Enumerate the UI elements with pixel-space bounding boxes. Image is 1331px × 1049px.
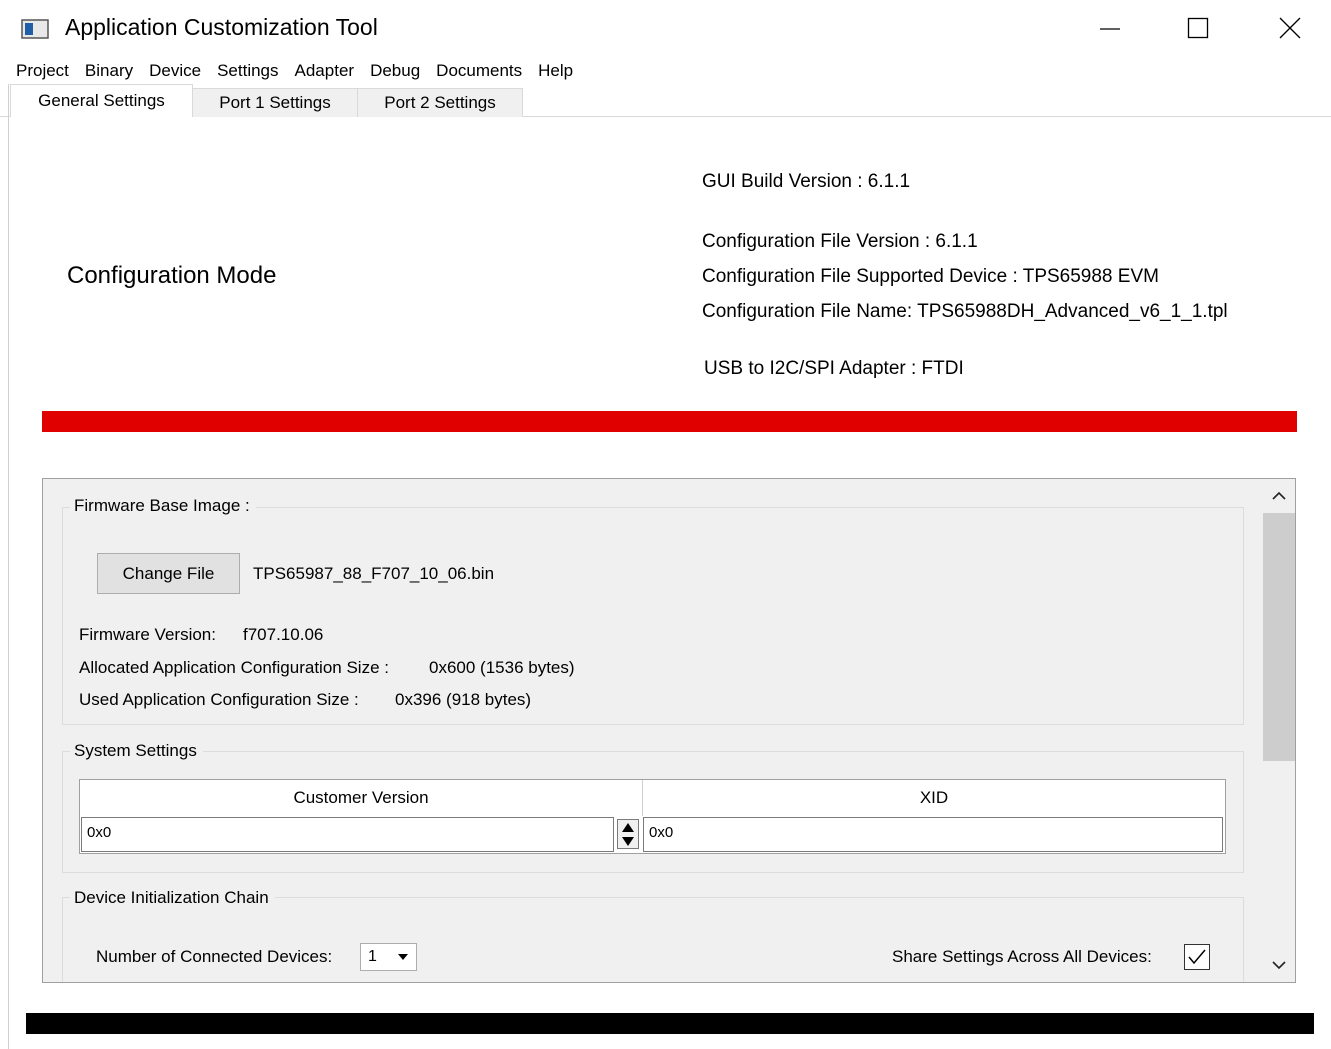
window-title: Application Customization Tool	[65, 14, 378, 40]
menu-debug[interactable]: Debug	[362, 58, 428, 84]
device-init-chain-group	[62, 897, 1244, 982]
menu-adapter[interactable]: Adapter	[287, 58, 363, 84]
config-file-name: Configuration File Name: TPS65988DH_Adva…	[702, 301, 1228, 322]
close-icon	[1279, 17, 1301, 39]
used-size-label: Used Application Configuration Size :	[79, 690, 359, 709]
num-devices-label: Number of Connected Devices:	[96, 947, 333, 966]
gui-build-version: GUI Build Version : 6.1.1	[702, 171, 911, 192]
minimize-icon	[1100, 28, 1120, 30]
num-devices-value: 1	[368, 948, 377, 965]
allocated-size-value: 0x600 (1536 bytes)	[429, 658, 575, 677]
minimize-button[interactable]	[1087, 8, 1133, 48]
menu-binary[interactable]: Binary	[77, 58, 141, 84]
status-bar-red	[42, 411, 1297, 432]
firmware-file-name: TPS65987_88_F707_10_06.bin	[253, 564, 495, 583]
menu-bar: Project Binary Device Settings Adapter D…	[8, 58, 581, 84]
customer-version-input[interactable]: 0x0	[81, 817, 614, 852]
menu-project[interactable]: Project	[8, 58, 77, 84]
config-supported-device: Configuration File Supported Device : TP…	[702, 266, 1159, 287]
close-button[interactable]	[1267, 8, 1313, 48]
column-header-xid[interactable]: XID	[643, 780, 1225, 816]
tab-port-1-settings[interactable]: Port 1 Settings	[192, 88, 358, 117]
share-settings-checkbox[interactable]	[1184, 944, 1210, 970]
num-devices-select[interactable]: 1	[360, 943, 417, 971]
used-size-value: 0x396 (918 bytes)	[395, 690, 532, 709]
spin-up-icon[interactable]	[622, 823, 634, 832]
system-settings-table: Customer Version XID 0x0 0x0	[79, 779, 1226, 854]
firmware-version-label: Firmware Version:	[79, 625, 216, 644]
chevron-down-icon	[398, 954, 408, 960]
adapter-info: USB to I2C/SPI Adapter : FTDI	[704, 358, 964, 379]
checkmark-icon	[1188, 949, 1206, 965]
maximize-icon	[1187, 17, 1209, 39]
scroll-up-icon[interactable]	[1272, 491, 1286, 500]
allocated-size-label: Allocated Application Configuration Size…	[79, 658, 389, 677]
menu-help[interactable]: Help	[530, 58, 581, 84]
maximize-button[interactable]	[1175, 8, 1221, 48]
spin-down-icon[interactable]	[622, 837, 634, 846]
firmware-version-value: f707.10.06	[243, 625, 324, 644]
change-file-button[interactable]: Change File	[97, 553, 240, 594]
scroll-down-icon[interactable]	[1272, 961, 1286, 970]
system-settings-title: System Settings	[70, 741, 203, 761]
config-file-version: Configuration File Version : 6.1.1	[702, 231, 978, 252]
xid-input[interactable]: 0x0	[643, 817, 1223, 852]
device-init-chain-title: Device Initialization Chain	[70, 888, 275, 908]
app-icon	[21, 19, 49, 39]
window-left-edge	[8, 84, 9, 1049]
status-bar-black	[26, 1013, 1314, 1034]
vertical-scrollbar[interactable]	[1263, 479, 1295, 982]
share-settings-label: Share Settings Across All Devices:	[892, 947, 1152, 966]
tab-port-2-settings[interactable]: Port 2 Settings	[357, 88, 523, 117]
customer-version-spinner[interactable]	[617, 819, 639, 849]
settings-scroll-panel[interactable]: Firmware Base Image : Change File TPS659…	[42, 478, 1296, 983]
menu-settings[interactable]: Settings	[209, 58, 286, 84]
column-header-customer-version[interactable]: Customer Version	[80, 780, 643, 816]
scrollbar-thumb[interactable]	[1263, 513, 1295, 761]
firmware-group-title: Firmware Base Image :	[70, 496, 256, 516]
configuration-mode-label: Configuration Mode	[67, 262, 277, 289]
menu-documents[interactable]: Documents	[428, 58, 530, 84]
tab-general-settings[interactable]: General Settings	[10, 84, 193, 117]
menu-device[interactable]: Device	[141, 58, 209, 84]
